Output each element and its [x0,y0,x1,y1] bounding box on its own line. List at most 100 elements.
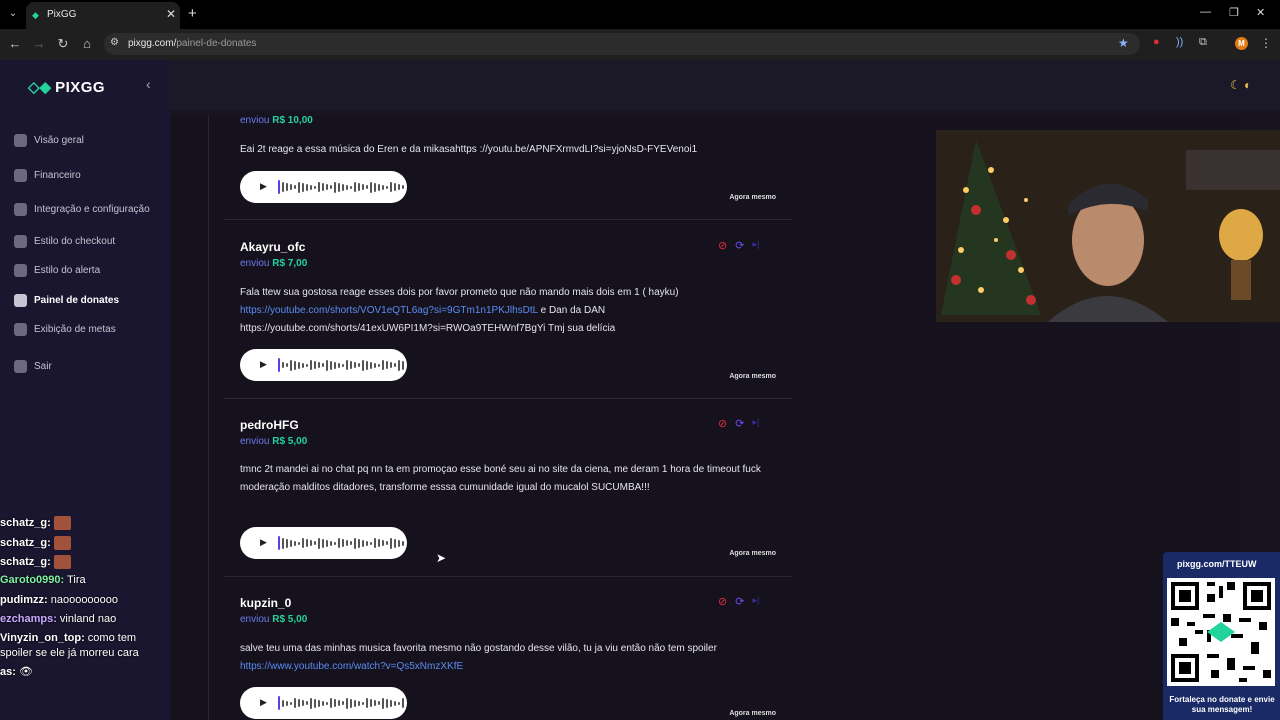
forward-icon[interactable]: → [31,36,47,51]
donate-card: enviou R$ 10,00 Eai 2t reage a essa músi… [224,110,792,220]
sidebar-item-painel-donates[interactable]: Painel de donates [14,294,119,307]
waveform-bar [382,540,384,546]
donate-amount: enviou R$ 5,00 [240,614,308,625]
palette-icon [14,235,27,248]
donate-time: Agora mesmo [729,373,776,380]
waveform-bar [330,185,332,189]
donate-time: Agora mesmo [729,550,776,557]
donate-link[interactable]: https://youtube.com/shorts/VOV1eQTL6ag?s… [240,305,538,316]
address-bar[interactable]: ⚙ pixgg.com/painel-de-donates ★ [104,33,1140,55]
minimize-icon[interactable]: — [1200,6,1211,18]
tab-search-icon[interactable]: ⌄ [4,5,22,23]
waveform-bar [398,701,400,705]
waveform-bar [318,699,320,707]
waveform-bar [326,701,328,705]
waveform-bar [278,536,280,550]
sidebar-item-sair[interactable]: Sair [14,360,52,373]
home-icon[interactable]: ⌂ [79,36,95,51]
replay-icon[interactable]: ⟳ [735,417,744,430]
browser-tab[interactable]: ◆ PixGG ✕ [26,2,180,29]
waveform[interactable] [278,696,404,710]
donate-message: Fala ttew sua gostosa reage esses dois p… [240,287,679,334]
extension-cast-icon[interactable]: )) [1176,36,1183,48]
play-icon[interactable]: ▶ [260,537,267,548]
star-icon [14,323,27,336]
waveform-bar [314,185,316,189]
waveform-bar [370,541,372,545]
waveform[interactable] [278,536,404,550]
chat-line: spoiler se ele já morreu cara [0,647,139,659]
extension-red-icon[interactable]: ● [1153,36,1160,48]
chat-line: pudimzz: naooooooooo [0,594,119,606]
qr-code-image[interactable] [1167,578,1275,686]
waveform-bar [278,180,280,194]
sidebar-item-estilo-checkout[interactable]: Estilo do checkout [14,235,115,248]
new-tab-icon[interactable]: + [188,5,197,22]
extensions-puzzle-icon[interactable]: ⧉ [1199,36,1207,49]
site-info-icon[interactable]: ⚙ [110,37,119,48]
play-icon[interactable]: ▶ [260,359,267,370]
replay-icon[interactable]: ⟳ [735,595,744,608]
block-icon[interactable]: ⊘ [718,239,727,252]
waveform-bar [326,539,328,547]
donate-link[interactable]: https://www.youtube.com/watch?v=Qs5xNmzX… [240,661,463,672]
waveform-bar [310,540,312,546]
waveform-bar [298,699,300,707]
waveform-bar [394,183,396,191]
donate-card: pedroHFG ⊘ ⟳ ▸| enviou R$ 5,00 tmnc 2t m… [224,399,792,577]
waveform-bar [394,538,396,548]
sidebar-item-visao-geral[interactable]: Visão geral [14,134,84,147]
sidebar-item-financeiro[interactable]: Financeiro [14,169,81,182]
close-window-icon[interactable]: ✕ [1256,6,1265,19]
waveform[interactable] [278,180,404,194]
waveform-bar [318,182,320,192]
waveform-bar [334,181,336,193]
audio-player[interactable]: ▶ [240,349,407,381]
audio-player[interactable]: ▶ [240,527,407,559]
play-icon[interactable]: ▶ [260,697,267,708]
play-icon[interactable]: ▶ [260,181,267,192]
skip-icon[interactable]: ▸| [752,595,759,608]
profile-avatar[interactable]: M [1235,37,1248,50]
pixgg-logo[interactable]: ◇◆ PIXGG [28,78,105,97]
reload-icon[interactable]: ↻ [55,36,71,52]
skip-icon[interactable]: ▸| [752,417,759,430]
donate-message: salve teu uma das minhas musica favorita… [240,643,717,672]
waveform-bar [350,185,352,189]
sidebar-item-exibicao-metas[interactable]: Exibição de metas [14,323,116,336]
waveform-bar [394,363,396,367]
collapse-sidebar-icon[interactable]: ‹ [146,76,151,92]
waveform-bar [374,182,376,192]
waveform-bar [350,361,352,369]
palette-icon [14,264,27,277]
skip-icon[interactable]: ▸| [752,239,759,252]
waveform-bar [366,698,368,708]
waveform-bar [370,699,372,707]
waveform-bar [334,699,336,707]
waveform-bar [366,185,368,189]
donate-icon [14,294,27,307]
back-icon[interactable]: ← [7,36,23,51]
theme-toggle-icon[interactable]: ☾ ◐ [1230,78,1251,92]
tab-close-icon[interactable]: ✕ [166,7,176,21]
audio-player[interactable]: ▶ [240,687,407,719]
waveform-bar [322,700,324,706]
waveform-bar [334,541,336,545]
sidebar-item-estilo-alerta[interactable]: Estilo do alerta [14,264,100,277]
waveform-bar [390,537,392,549]
restore-icon[interactable]: ❐ [1229,6,1239,19]
bookmark-star-icon[interactable]: ★ [1118,36,1129,50]
block-icon[interactable]: ⊘ [718,417,727,430]
block-icon[interactable]: ⊘ [718,595,727,608]
waveform-bar [314,361,316,369]
waveform[interactable] [278,358,404,372]
sidebar-item-integracao[interactable]: Integração e configuração [14,203,150,216]
settings-icon [14,203,27,216]
audio-player[interactable]: ▶ [240,171,407,203]
waveform-bar [326,359,328,371]
donate-message: Eai 2t reage a essa música do Eren e da … [240,144,698,155]
waveform-bar [278,358,280,372]
browser-menu-icon[interactable]: ⋮ [1260,36,1272,50]
chat-line: schatz_g: [0,536,71,550]
replay-icon[interactable]: ⟳ [735,239,744,252]
